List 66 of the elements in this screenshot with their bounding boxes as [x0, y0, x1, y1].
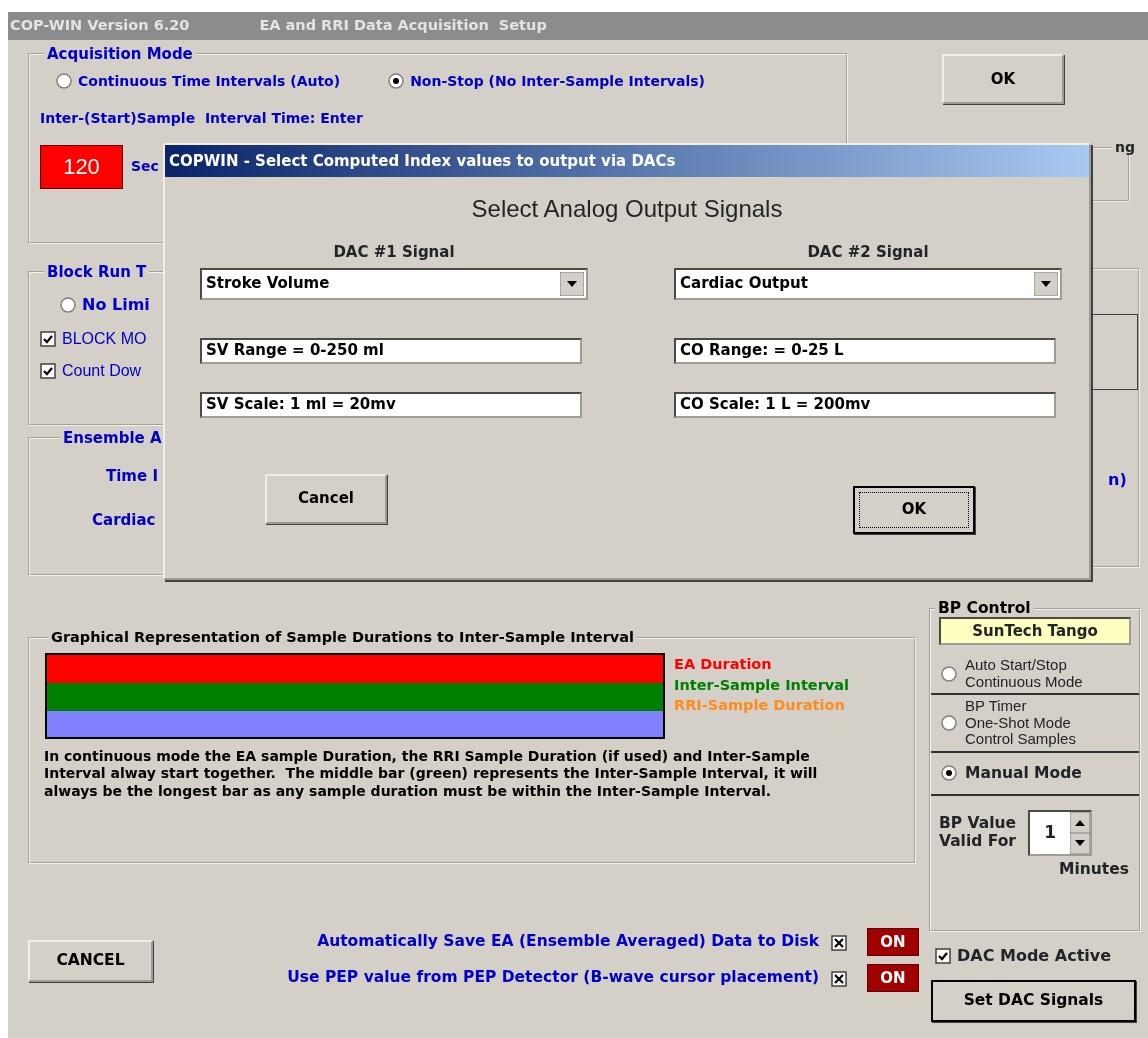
unit-label: Minutes — [1058, 858, 1130, 880]
group-label: Ensemble A — [62, 430, 163, 447]
minutes-spinner[interactable]: 1 — [1028, 809, 1093, 856]
checkbox-label: Count Dow — [62, 360, 142, 381]
group-text: n) — [1108, 469, 1128, 491]
checkbox[interactable] — [40, 362, 56, 379]
checkbox[interactable] — [831, 970, 847, 987]
device-name: SunTech Tango — [939, 617, 1131, 646]
interval-label: Inter-(Start)Sample Interval Time: Enter — [40, 108, 364, 128]
group-label: Acquisition Mode — [46, 46, 194, 63]
dropdown-arrow-icon[interactable] — [1034, 271, 1058, 296]
checkbox-label: DAC Mode Active — [957, 945, 1112, 967]
group-label: Graphical Representation of Sample Durations to Inter-Sample Interval — [50, 630, 636, 646]
radio-label: Manual Mode — [965, 764, 1082, 782]
radio-label: Continuous Time Intervals (Auto) — [78, 71, 341, 91]
checkbox[interactable] — [40, 330, 56, 347]
group-label: ng — [1114, 140, 1136, 156]
legend-label: RRI-Sample Duration — [674, 697, 846, 714]
radio-label: Non-Stop (No Inter-Sample Intervals) — [410, 71, 705, 91]
range-field[interactable]: CO Range: = 0-25 L — [674, 337, 1056, 364]
dropdown-arrow-icon[interactable] — [560, 271, 584, 296]
dac-label: DAC #1 Signal — [332, 242, 456, 263]
status-indicator: ON — [867, 928, 919, 956]
group-label: Block Run T — [46, 264, 148, 281]
checkbox[interactable] — [831, 934, 847, 951]
legend-label: Inter-Sample Interval — [674, 676, 850, 694]
window-subtitle: EA and RRI Data Acquisition Setup — [259, 16, 547, 36]
signal-dropdown[interactable]: Stroke Volume — [200, 267, 588, 300]
radio-label: Auto Start/Stop Continuous Mode — [965, 657, 1083, 691]
range-field[interactable]: SV Range = 0-250 ml — [200, 337, 582, 364]
checkbox-label: BLOCK MO — [62, 328, 147, 349]
signal-dropdown[interactable]: Cardiac Output — [674, 267, 1062, 300]
window-title: COP-WIN Version 6.20 — [10, 16, 190, 36]
up-arrow-icon[interactable] — [1070, 811, 1091, 833]
valid-for-label: BP Value Valid For — [939, 814, 1017, 851]
cancel-button[interactable]: CANCEL — [28, 940, 153, 982]
radio-button[interactable] — [60, 296, 76, 313]
dialog-button[interactable]: Cancel — [265, 473, 387, 524]
field-label: Time I — [105, 465, 159, 487]
radio-button[interactable] — [388, 73, 405, 89]
dialog-heading: Select Analog Output Signals — [470, 194, 784, 224]
interval-value[interactable]: 120 — [40, 144, 123, 189]
graph-description: In continuous mode the EA sample Duration, the RRI Sample Duration (if used) and Inter-Sample Interval alway start together. The middle bar (green) represents the Inter-Sample Interval, it will always be the longest bar as any sample duration must be within the Inter-Sample Interval. — [44, 747, 819, 800]
dac-label: DAC #2 Signal — [806, 242, 930, 263]
set-dac-signals-button[interactable]: Set DAC Signals — [931, 980, 1136, 1022]
group-label: BP Control — [937, 600, 1032, 618]
radio-button[interactable] — [941, 765, 957, 782]
down-arrow-icon[interactable] — [1070, 832, 1091, 854]
radio-label: BP Timer One-Shot Mode Control Samples — [965, 698, 1076, 748]
dialog-button[interactable]: OK — [853, 485, 975, 534]
scale-field[interactable]: CO Scale: 1 L = 200mv — [674, 391, 1056, 418]
option-label: Automatically Save EA (Ensemble Averaged) Data to Disk — [317, 931, 819, 953]
radio-label: No Limi — [82, 293, 150, 316]
radio-button[interactable] — [941, 714, 957, 731]
radio-button[interactable] — [56, 73, 72, 89]
ok-button[interactable]: OK — [942, 54, 1064, 104]
field-label: Cardiac — [91, 510, 157, 531]
legend-label: EA Duration — [674, 655, 773, 673]
option-label: Use PEP value from PEP Detector (B-wave cursor placement) — [287, 967, 819, 989]
status-indicator: ON — [867, 964, 919, 992]
dialog-title: COPWIN - Select Computed Index values to output via DACs — [169, 150, 676, 172]
unit-label: Sec — [131, 157, 159, 176]
scale-field[interactable]: SV Scale: 1 ml = 20mv — [200, 391, 582, 418]
checkbox[interactable] — [935, 948, 951, 964]
spinner-value: 1 — [1043, 820, 1057, 844]
radio-button[interactable] — [941, 665, 957, 682]
